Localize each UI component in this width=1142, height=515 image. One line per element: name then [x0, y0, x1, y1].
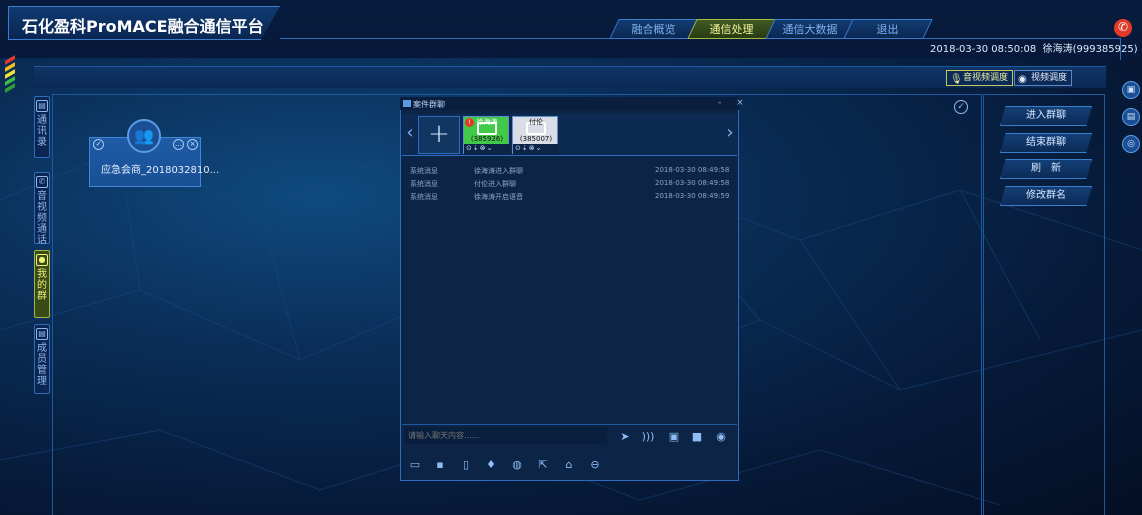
note-icon[interactable]: ▤ — [1122, 108, 1140, 126]
list-item: 系统消息 徐海涛开启语音 2018-03-30 08:49:59 — [410, 192, 730, 201]
current-user: 徐海涛(999385925) — [1042, 44, 1138, 55]
right-panel — [983, 94, 1105, 515]
send-icon[interactable]: ➤ — [618, 430, 632, 444]
globe-icon[interactable]: ◍ — [510, 458, 524, 472]
member-id: (385926) — [470, 135, 504, 143]
window-controls[interactable]: - × — [718, 98, 750, 108]
status-datetime: 2018-03-30 08:50:08 徐海涛(999385925) — [930, 44, 1138, 55]
video-icon[interactable]: ■ — [690, 430, 704, 444]
mic-icon: 🎙 — [950, 74, 963, 85]
enter-group-chat-button[interactable]: 进入群聊 — [1000, 106, 1092, 126]
search-icon[interactable]: ◎ — [1122, 135, 1140, 153]
voice-icon[interactable]: ))) — [641, 430, 655, 444]
member-icon: ▤ — [36, 328, 48, 340]
chat-title-bar — [400, 97, 739, 110]
refresh-button[interactable]: 刷 新 — [1000, 159, 1092, 179]
chevron-left-icon[interactable]: ‹ — [403, 116, 417, 152]
location-icon[interactable]: ◉ — [714, 430, 728, 444]
tab-calls[interactable]: ✆ 音视频通话 — [34, 172, 50, 246]
app-title: 石化盈科ProMACE融合通信平台 — [22, 17, 264, 36]
tab-contacts[interactable]: ▤ 通讯录 — [34, 96, 50, 158]
tab-my-groups[interactable]: ● 我的群 — [34, 250, 50, 318]
tab-overview[interactable]: 融合概览 — [609, 19, 699, 39]
camera-icon: ◉ — [1018, 74, 1027, 85]
member-id: (385007) — [519, 135, 553, 143]
group-avatar-icon: 👥 — [127, 119, 161, 153]
message-list: 系统消息 徐海涛进入群聊 2018-03-30 08:49:58 系统消息 付伦进入群… — [402, 160, 737, 422]
tab-logout[interactable]: 退出 — [843, 19, 933, 39]
tab-big-data[interactable]: 通信大数据 — [765, 19, 855, 39]
tab-member-management[interactable]: ▤ 成员管理 — [34, 324, 50, 394]
tab-communication[interactable]: 通信处理 — [687, 19, 777, 39]
contacts-icon: ▤ — [36, 100, 48, 112]
add-member-button[interactable]: + — [418, 116, 460, 154]
member-controls[interactable]: ⊙⇣⊗⌄ — [513, 144, 559, 155]
document-icon[interactable]: ▯ — [459, 458, 473, 472]
member-controls[interactable]: ⊙⇣⊗⌄ — [464, 144, 510, 155]
more-icon[interactable]: … — [173, 139, 184, 150]
close-icon[interactable]: × — [187, 139, 198, 150]
end-group-chat-button[interactable]: 结束群聊 — [1000, 133, 1092, 153]
member-name: 付伦 — [529, 118, 543, 126]
mic-icon[interactable]: ♦ — [484, 458, 498, 472]
folder-icon[interactable]: ▪ — [433, 458, 447, 472]
badge-icon: ! — [465, 118, 474, 127]
phone-icon: ✆ — [36, 176, 48, 188]
minus-icon[interactable]: ⊖ — [588, 458, 602, 472]
chevron-right-icon[interactable]: › — [723, 116, 737, 152]
chat-window-icon — [403, 100, 411, 107]
group-name: 应急会商_2018032810... — [101, 165, 220, 176]
chat-title: 案件群聊 — [413, 100, 445, 109]
rename-group-button[interactable]: 修改群名 — [1000, 186, 1092, 206]
file-icon[interactable]: ▭ — [408, 458, 422, 472]
check-icon[interactable]: ✓ — [93, 139, 104, 150]
member-tile[interactable]: 付伦 (385007) ⊙⇣⊗⌄ — [512, 116, 559, 155]
check-icon[interactable]: ✓ — [954, 100, 968, 114]
list-item: 系统消息 徐海涛进入群聊 2018-03-30 08:49:58 — [410, 166, 730, 175]
member-tile[interactable]: 徐海涛 (385926) ⊙⇣⊗⌄ ! — [463, 116, 510, 155]
clipboard-icon[interactable]: ▣ — [1122, 81, 1140, 99]
chat-icon: ● — [36, 254, 48, 266]
chat-input[interactable] — [405, 427, 607, 444]
video-dispatch-button[interactable]: ◉ 视频调度 — [1014, 70, 1073, 86]
close-icon[interactable]: ✆ — [1114, 19, 1132, 37]
image-icon[interactable]: ▣ — [667, 430, 681, 444]
home-icon[interactable]: ⌂ — [562, 458, 576, 472]
list-item: 系统消息 付伦进入群聊 2018-03-30 08:49:58 — [410, 179, 730, 188]
audio-dispatch-button[interactable]: 🎙 音视频调度 — [946, 70, 1014, 86]
share-icon[interactable]: ⇱ — [536, 458, 550, 472]
